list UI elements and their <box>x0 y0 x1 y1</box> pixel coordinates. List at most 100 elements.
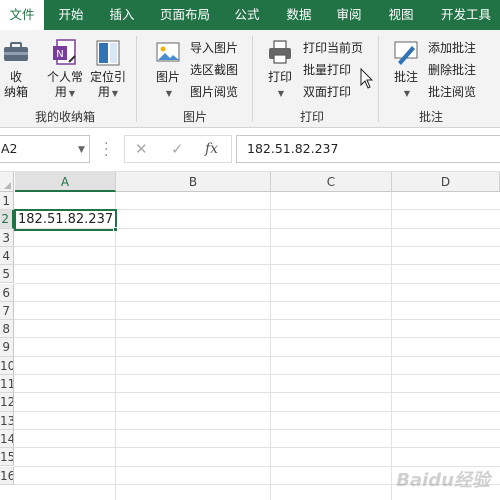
picture-browse-button[interactable]: 图片阅览 <box>168 82 238 102</box>
grid-line <box>14 319 500 321</box>
row-header-16[interactable]: 16 <box>0 466 14 485</box>
grid-line <box>14 428 500 430</box>
formula-bar: A2 ▼ · · · ✕ ✓ fx 182.51.82.237 <box>0 128 500 172</box>
group-label-print: 打印 <box>299 110 324 124</box>
ribbon: 收 纳箱 N 个人常 用 ▼ 定位引 用 ▼ 我的收纳箱 图片 ▼ 导入图片 选… <box>0 30 500 128</box>
comment-browse-label: 批注阅览 <box>428 85 477 99</box>
tab-page-layout[interactable]: 页面布局 <box>150 0 220 30</box>
onenote-icon: N <box>53 39 76 65</box>
locate-reference-icon <box>96 40 120 66</box>
fill-handle[interactable] <box>113 227 118 232</box>
chevron-down-icon[interactable]: ▼ <box>78 145 85 155</box>
column-header-b[interactable]: B <box>116 172 271 192</box>
insert-function-button[interactable]: fx <box>205 141 218 157</box>
import-picture-label: 导入图片 <box>190 41 239 55</box>
cell-a2-value: 182.51.82.237 <box>18 212 114 227</box>
toolbox-icon <box>4 42 28 61</box>
group-label-picture: 图片 <box>182 110 207 124</box>
row-header-5[interactable]: 5 <box>0 265 14 284</box>
group-separator <box>378 36 379 122</box>
row-header-10[interactable]: 10 <box>0 356 14 375</box>
row-header-8[interactable]: 8 <box>0 320 14 339</box>
row-header-3[interactable]: 3 <box>0 228 14 247</box>
select-all-triangle-icon <box>4 182 11 189</box>
mouse-cursor-icon <box>360 68 374 89</box>
confirm-icon[interactable]: ✓ <box>171 140 184 158</box>
row-header-15[interactable]: 15 <box>0 448 14 467</box>
chevron-down-icon: ▼ <box>68 89 76 98</box>
personal-frequent-button[interactable]: N 个人常 用 ▼ <box>44 38 86 101</box>
group-label-favorites: 我的收纳箱 <box>34 110 95 124</box>
grid-line <box>391 192 392 500</box>
tab-data[interactable]: 数据 <box>276 0 322 30</box>
batch-print-label: 批量打印 <box>303 63 352 77</box>
select-all-corner[interactable] <box>0 172 14 192</box>
row-header-2[interactable]: 2 <box>0 210 14 229</box>
tab-insert[interactable]: 插入 <box>98 0 146 30</box>
formula-input[interactable]: 182.51.82.237 <box>236 135 500 163</box>
cancel-icon[interactable]: ✕ <box>135 140 148 158</box>
comment-browse-button[interactable]: 批注阅览 <box>406 82 476 102</box>
row-header-11[interactable]: 11 <box>0 375 14 394</box>
tab-formulas[interactable]: 公式 <box>224 0 270 30</box>
more-vertical-icon[interactable]: · · · <box>104 137 108 163</box>
add-comment-button[interactable]: 添加批注 <box>406 38 476 58</box>
locate-reference-button[interactable]: 定位引 用 ▼ <box>88 38 128 101</box>
print-current-page-icon <box>281 41 297 55</box>
batch-print-icon <box>281 63 297 77</box>
duplex-print-icon <box>281 85 297 99</box>
grid-line <box>14 282 500 284</box>
picture-browse-label: 图片阅览 <box>190 85 239 99</box>
storage-box-label-1: 收 <box>9 70 22 84</box>
grid-line <box>270 192 271 500</box>
tab-developer[interactable]: 开发工具 <box>432 0 500 30</box>
row-header-4[interactable]: 4 <box>0 246 14 266</box>
selection-screenshot-button[interactable]: 选区截图 <box>168 60 238 80</box>
row-header-6[interactable]: 6 <box>0 283 14 302</box>
batch-print-button[interactable]: 批量打印 <box>281 60 351 80</box>
chevron-down-icon: ▼ <box>111 89 119 98</box>
svg-text:N: N <box>56 49 63 60</box>
row-header-14[interactable]: 14 <box>0 429 14 449</box>
row-header-13[interactable]: 13 <box>0 411 14 430</box>
group-separator <box>252 36 253 122</box>
grid-line <box>14 264 500 266</box>
formula-buttons: ✕ ✓ fx <box>124 135 232 163</box>
grid-line <box>14 447 500 449</box>
tab-review[interactable]: 审阅 <box>326 0 372 30</box>
column-header-c[interactable]: C <box>271 172 392 192</box>
name-box[interactable]: A2 <box>0 135 90 163</box>
row-header-7[interactable]: 7 <box>0 301 14 321</box>
selection-screenshot-label: 选区截图 <box>190 63 239 77</box>
grid-line <box>14 337 500 339</box>
grid-line <box>14 300 500 302</box>
tab-home[interactable]: 开始 <box>46 0 96 30</box>
grid-line <box>14 410 500 412</box>
add-comment-icon <box>406 41 422 55</box>
tab-file[interactable]: 文件 <box>0 0 44 30</box>
column-header-d[interactable]: D <box>392 172 500 192</box>
storage-box-button[interactable]: 收 纳箱 <box>0 38 32 100</box>
add-comment-label: 添加批注 <box>428 41 477 55</box>
delete-comment-button[interactable]: 删除批注 <box>406 60 476 80</box>
duplex-print-label: 双面打印 <box>303 85 352 99</box>
import-picture-button[interactable]: 导入图片 <box>168 38 238 58</box>
tab-view[interactable]: 视图 <box>378 0 424 30</box>
duplex-print-button[interactable]: 双面打印 <box>281 82 351 102</box>
group-label-comment: 批注 <box>418 110 443 124</box>
grid-line <box>115 192 116 500</box>
grid-line <box>14 392 500 394</box>
delete-comment-icon <box>406 63 422 77</box>
row-header-12[interactable]: 12 <box>0 393 14 412</box>
locate-reference-label-2: 用 <box>97 85 110 99</box>
column-header-a[interactable]: A <box>15 172 116 192</box>
row-header-1[interactable]: 1 <box>0 192 14 211</box>
group-separator <box>136 36 137 122</box>
row-header-9[interactable]: 9 <box>0 338 14 357</box>
spreadsheet-grid: A B C D 1 2 3 4 5 6 7 8 9 10 11 12 13 14 15 16 182.51.8… <box>0 172 500 500</box>
grid-line <box>14 374 500 375</box>
screenshot-icon <box>168 63 184 77</box>
locate-reference-label-1: 定位引 <box>89 70 126 84</box>
print-current-page-button[interactable]: 打印当前页 <box>281 38 363 58</box>
comment-browse-icon <box>406 85 422 99</box>
